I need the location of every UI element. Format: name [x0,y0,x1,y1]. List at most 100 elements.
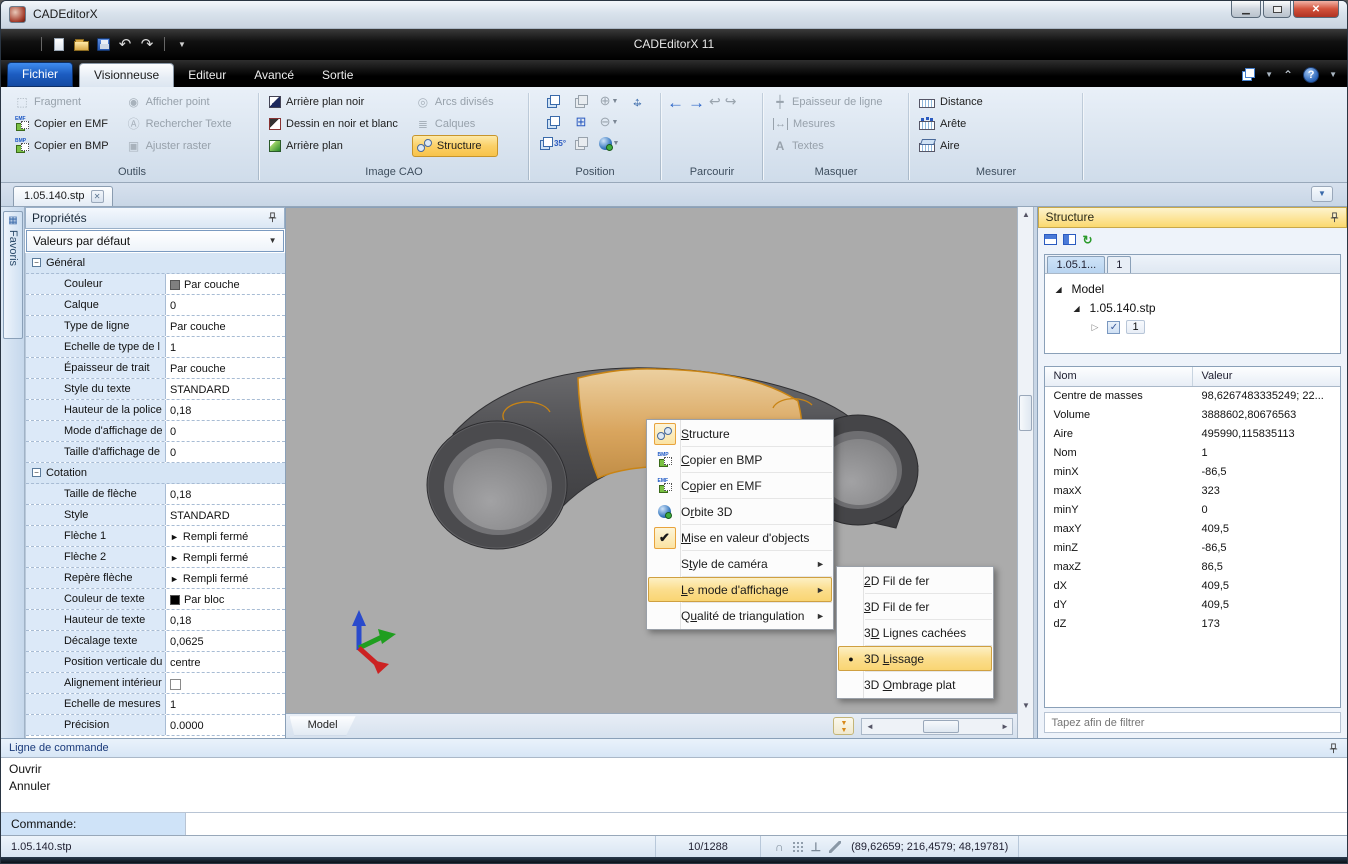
pin-icon[interactable] [1329,212,1340,223]
grid-icon[interactable] [792,841,803,852]
menu-item-style-de-camera[interactable]: Style de caméra ► [648,551,832,576]
property-value[interactable]: 0,18 [166,400,285,420]
pin-icon[interactable] [267,212,278,223]
visibility-checkbox[interactable]: ✓ [1107,321,1120,334]
next-view-button[interactable]: ↪ [725,93,737,110]
property-value[interactable]: Par bloc [166,589,285,609]
property-row[interactable]: Décalage texte0,0625 [26,631,285,652]
property-row[interactable]: Calque0 [26,295,285,316]
menu-item-le-mode-daffichage[interactable]: Le mode d'affichage ► [648,577,832,602]
table-row[interactable]: maxY409,5 [1045,520,1340,539]
property-value[interactable]: Par couche [166,274,285,294]
property-row[interactable]: StyleSTANDARD [26,505,285,526]
table-row[interactable]: minX-86,5 [1045,463,1340,482]
collapse-ribbon-icon[interactable]: ⌃ [1283,68,1293,82]
property-row[interactable]: Mode d'affichage de0 [26,421,285,442]
open-file-button[interactable] [70,33,92,55]
property-value[interactable]: ►Rempli fermé [166,568,285,588]
property-row[interactable]: Repère flèche►Rempli fermé [26,568,285,589]
arriere-plan-button[interactable]: Arrière plan [265,135,402,157]
arriere-plan-noir-button[interactable]: Arrière plan noir [265,91,402,113]
table-row[interactable]: minY0 [1045,501,1340,520]
property-group-header[interactable]: −Cotation [26,463,285,484]
menu-item-mise-en-valeur[interactable]: ✔ Mise en valeur d'objects [648,525,832,550]
structure-toggle-button[interactable]: Structure [412,135,498,157]
menu-item-2d-fil-de-fer[interactable]: 2D Fil de fer [838,568,992,593]
menu-item-3d-fil-de-fer[interactable]: 3D Fil de fer [838,594,992,619]
property-value[interactable]: Par couche [166,316,285,336]
new-file-button[interactable] [48,33,70,55]
property-value[interactable]: 1 [166,694,285,714]
table-row[interactable]: Nom1 [1045,444,1340,463]
scroll-left-icon[interactable]: ◄ [862,722,877,731]
property-row[interactable]: Flèche 1►Rempli fermé [26,526,285,547]
table-row[interactable]: Centre de masses98,6267483335249; 22... [1045,387,1340,406]
tree-node-model[interactable]: ◢Model [1055,280,1340,299]
toolbar-options-button[interactable]: ▼ [171,33,193,55]
property-row[interactable]: Hauteur de la police0,18 [26,400,285,421]
property-value[interactable]: ►Rempli fermé [166,526,285,546]
sidebar-tab-favoris[interactable]: ▦ Favoris [3,211,23,339]
tree-node-file[interactable]: ◢1.05.140.stp [1055,299,1340,318]
maximize-button[interactable] [1263,1,1291,18]
scroll-up-icon[interactable]: ▲ [1018,207,1033,222]
chevron-down-icon[interactable]: ▼ [1329,70,1337,79]
draw-style-icon[interactable] [829,841,841,853]
property-row[interactable]: Alignement intérieur [26,673,285,694]
switch-windows-icon[interactable] [1242,68,1255,81]
calques-button[interactable]: ≣Calques [412,113,498,135]
property-value[interactable]: centre [166,652,285,672]
property-value[interactable] [166,673,285,693]
property-row[interactable]: Épaisseur de traitPar couche [26,358,285,379]
property-row[interactable]: Taille de flèche0,18 [26,484,285,505]
minimize-button[interactable]: ▁ [1231,1,1261,18]
pin-icon[interactable] [1328,743,1339,754]
menu-item-3d-lissage[interactable]: ● 3D Lissage [838,646,992,671]
table-row[interactable]: minZ-86,5 [1045,539,1340,558]
scroll-down-icon[interactable]: ▼ [1018,698,1033,713]
arrange-pages-button[interactable] [539,116,567,129]
arete-button[interactable]: Arête [915,113,987,135]
undo-button[interactable]: ↶ [114,33,136,55]
aire-button[interactable]: Aire [915,135,987,157]
checkbox[interactable] [170,679,181,690]
table-row[interactable]: maxX323 [1045,482,1340,501]
split-horizontal-icon[interactable] [1044,234,1057,245]
ortho-icon[interactable]: ⊥ [811,840,821,854]
menu-item-structure[interactable]: Structure [648,421,832,446]
property-group-header[interactable]: −Général [26,253,285,274]
zoom-window-button[interactable] [567,95,595,108]
orbit-3d-button[interactable]: ▼ [595,137,623,150]
dessin-noir-blanc-button[interactable]: Dessin en noir et blanc [265,113,402,135]
forward-button[interactable]: → [688,93,705,113]
back-button[interactable]: ← [667,93,684,113]
rotate-35-button[interactable]: 35° [539,137,567,150]
collapse-icon[interactable]: − [32,258,41,267]
tab-fichier[interactable]: Fichier [7,62,73,87]
property-value[interactable]: 0 [166,421,285,441]
property-value[interactable]: 0,0625 [166,631,285,651]
property-value[interactable]: Par couche [166,358,285,378]
tree-node-solid[interactable]: ▷✓1 [1055,318,1340,337]
scrollbar-thumb[interactable] [923,720,959,733]
close-button[interactable]: ✕ [1293,1,1339,18]
filter-input[interactable] [1044,712,1341,733]
zoom-previous-button[interactable] [567,137,595,150]
column-header-nom[interactable]: Nom [1045,367,1193,386]
property-value[interactable]: 0 [166,295,285,315]
zoom-extents-button[interactable]: ⊞ [567,114,595,130]
rotate-view-button[interactable] [539,95,567,108]
afficher-point-button[interactable]: ◉Afficher point [123,91,236,113]
collapsed-icon[interactable]: ▷ [1091,322,1101,333]
tab-visionneuse[interactable]: Visionneuse [79,63,174,87]
save-button[interactable] [92,33,114,55]
table-row[interactable]: dZ173 [1045,615,1340,634]
menu-item-qualite-de-triangulation[interactable]: Qualité de triangulation ► [648,603,832,628]
menu-item-copier-en-bmp[interactable]: Copier en BMP [648,447,832,472]
model-layout-tab[interactable]: Model [290,716,356,735]
copier-en-bmp-button[interactable]: Copier en BMP [11,135,113,157]
horizontal-scrollbar[interactable]: ◄ ► [861,718,1013,735]
property-row[interactable]: Couleur de textePar bloc [26,589,285,610]
property-row[interactable]: Echelle de mesures1 [26,694,285,715]
expanded-icon[interactable]: ◢ [1073,304,1083,313]
